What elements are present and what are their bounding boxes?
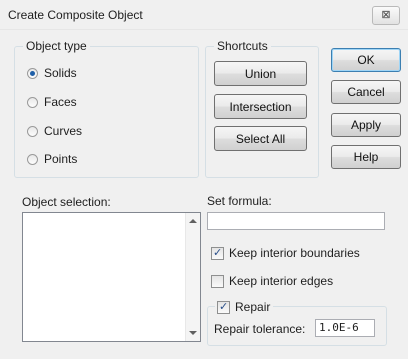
scroll-up-icon[interactable] <box>189 219 197 223</box>
radio-curves[interactable]: Curves <box>27 123 82 139</box>
intersection-button[interactable]: Intersection <box>214 94 307 119</box>
shortcuts-legend: Shortcuts <box>214 39 271 53</box>
checkbox-indicator[interactable] <box>211 246 224 260</box>
window-title: Create Composite Object <box>8 8 143 22</box>
repair-tolerance-label: Repair tolerance: <box>214 322 306 336</box>
repair-checkbox[interactable]: Repair <box>215 299 274 315</box>
close-icon: ⊠ <box>381 9 391 21</box>
checkbox-label: Keep interior edges <box>229 274 334 288</box>
radio-solids[interactable]: Solids <box>27 65 77 81</box>
select-all-button[interactable]: Select All <box>214 126 307 151</box>
keep-interior-boundaries-checkbox[interactable]: Keep interior boundaries <box>211 245 360 261</box>
object-type-legend: Object type <box>23 39 90 53</box>
list-scrollbar[interactable] <box>185 213 200 341</box>
checkbox-label: Keep interior boundaries <box>229 246 360 260</box>
help-button[interactable]: Help <box>331 145 401 169</box>
object-selection-label: Object selection: <box>22 195 111 209</box>
radio-label: Curves <box>44 124 83 138</box>
formula-input[interactable] <box>207 212 385 230</box>
object-type-group: Object type Solids Faces Curves Points <box>14 39 199 178</box>
keep-interior-edges-checkbox[interactable]: Keep interior edges <box>211 273 333 289</box>
close-button[interactable]: ⊠ <box>372 6 400 25</box>
radio-indicator[interactable] <box>27 67 38 79</box>
apply-button[interactable]: Apply <box>331 113 401 137</box>
ok-button[interactable]: OK <box>331 48 401 72</box>
scroll-down-icon[interactable] <box>189 331 197 335</box>
radio-indicator[interactable] <box>27 125 38 137</box>
checkbox-indicator[interactable] <box>217 300 230 314</box>
radio-faces[interactable]: Faces <box>27 94 77 110</box>
radio-label: Faces <box>44 95 77 109</box>
set-formula-label: Set formula: <box>207 194 272 208</box>
radio-label: Solids <box>44 66 77 80</box>
cancel-button[interactable]: Cancel <box>331 80 401 104</box>
object-selection-list[interactable] <box>22 212 201 342</box>
radio-indicator[interactable] <box>27 96 38 108</box>
checkbox-label: Repair <box>235 300 271 314</box>
union-button[interactable]: Union <box>214 61 307 86</box>
radio-label: Points <box>44 152 78 166</box>
radio-indicator[interactable] <box>27 153 38 165</box>
repair-tolerance-input[interactable]: 1.0E-6 <box>315 319 375 337</box>
radio-points[interactable]: Points <box>27 151 77 167</box>
checkbox-indicator[interactable] <box>211 274 224 288</box>
title-bar: Create Composite Object ⊠ <box>0 0 408 30</box>
repair-tolerance-value: 1.0E-6 <box>319 321 359 334</box>
